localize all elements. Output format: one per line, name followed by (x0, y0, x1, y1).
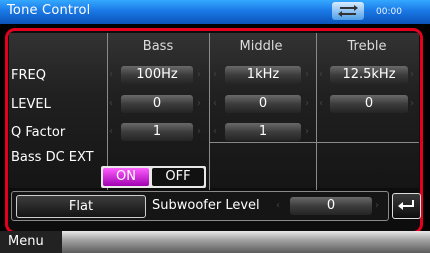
left-arrow-icon[interactable]: ‹ (319, 69, 323, 80)
subwoofer-level-label: Subwoofer Level (152, 198, 260, 213)
right-arrow-icon[interactable]: › (197, 69, 201, 80)
flat-button[interactable]: Flat (16, 195, 146, 218)
column-header-bass: Bass (142, 39, 174, 54)
column-header-middle: Middle (239, 39, 283, 54)
bass-dc-ext-off-button[interactable]: OFF (152, 168, 204, 186)
bass-level-value[interactable]: 0 (121, 95, 193, 113)
return-arrow-icon (398, 200, 414, 210)
right-arrow-icon[interactable]: › (375, 200, 379, 211)
left-arrow-icon[interactable]: ‹ (213, 98, 217, 109)
right-arrow-icon[interactable]: › (410, 69, 414, 80)
page-title: Tone Control (7, 3, 91, 18)
bass-q-factor-value[interactable]: 1 (121, 123, 193, 141)
row-label-level: LEVEL (11, 97, 51, 112)
right-arrow-icon[interactable]: › (305, 126, 309, 137)
settings-shortcut-button[interactable] (332, 2, 364, 20)
clock: 00:00 (376, 7, 402, 17)
left-arrow-icon[interactable]: ‹ (319, 98, 323, 109)
left-arrow-icon[interactable]: ‹ (109, 98, 113, 109)
tone-grid: Bass Middle Treble FREQ ‹ 100Hz › ‹ 1kHz… (9, 33, 419, 190)
left-arrow-icon[interactable]: ‹ (109, 126, 113, 137)
left-arrow-icon[interactable]: ‹ (109, 69, 113, 80)
tone-control-panel: Bass Middle Treble FREQ ‹ 100Hz › ‹ 1kHz… (5, 28, 423, 234)
right-arrow-icon[interactable]: › (410, 98, 414, 109)
treble-freq-value[interactable]: 12.5kHz (330, 66, 408, 84)
middle-q-factor-value[interactable]: 1 (225, 123, 301, 141)
back-button[interactable] (392, 193, 421, 219)
title-bar: Tone Control 00:00 (0, 0, 430, 24)
bass-freq-value[interactable]: 100Hz (121, 66, 193, 84)
column-divider (209, 33, 210, 190)
left-arrow-icon[interactable]: ‹ (276, 200, 280, 211)
row-label-q-factor: Q Factor (11, 125, 66, 140)
right-arrow-icon[interactable]: › (197, 126, 201, 137)
row-label-freq: FREQ (11, 68, 46, 83)
treble-level-value[interactable]: 0 (330, 95, 408, 113)
menu-button[interactable]: Menu (0, 231, 62, 253)
right-arrow-icon[interactable]: › (305, 69, 309, 80)
subwoofer-level-value[interactable]: 0 (290, 197, 372, 215)
row-divider (209, 142, 419, 143)
right-arrow-icon[interactable]: › (197, 98, 201, 109)
menu-bar (0, 231, 430, 253)
bass-dc-ext-label: Bass DC EXT (11, 150, 94, 165)
left-arrow-icon[interactable]: ‹ (213, 69, 217, 80)
middle-freq-value[interactable]: 1kHz (225, 66, 301, 84)
column-divider (316, 33, 317, 190)
left-arrow-icon[interactable]: ‹ (213, 126, 217, 137)
swap-icon (338, 5, 358, 17)
bottom-controls: Flat Subwoofer Level ‹ 0 › (11, 191, 389, 221)
bass-dc-ext-on-button[interactable]: ON (103, 168, 149, 186)
right-arrow-icon[interactable]: › (305, 98, 309, 109)
bass-dc-ext-toggle: ON OFF (101, 166, 206, 188)
column-header-treble: Treble (347, 39, 387, 54)
middle-level-value[interactable]: 0 (225, 95, 301, 113)
